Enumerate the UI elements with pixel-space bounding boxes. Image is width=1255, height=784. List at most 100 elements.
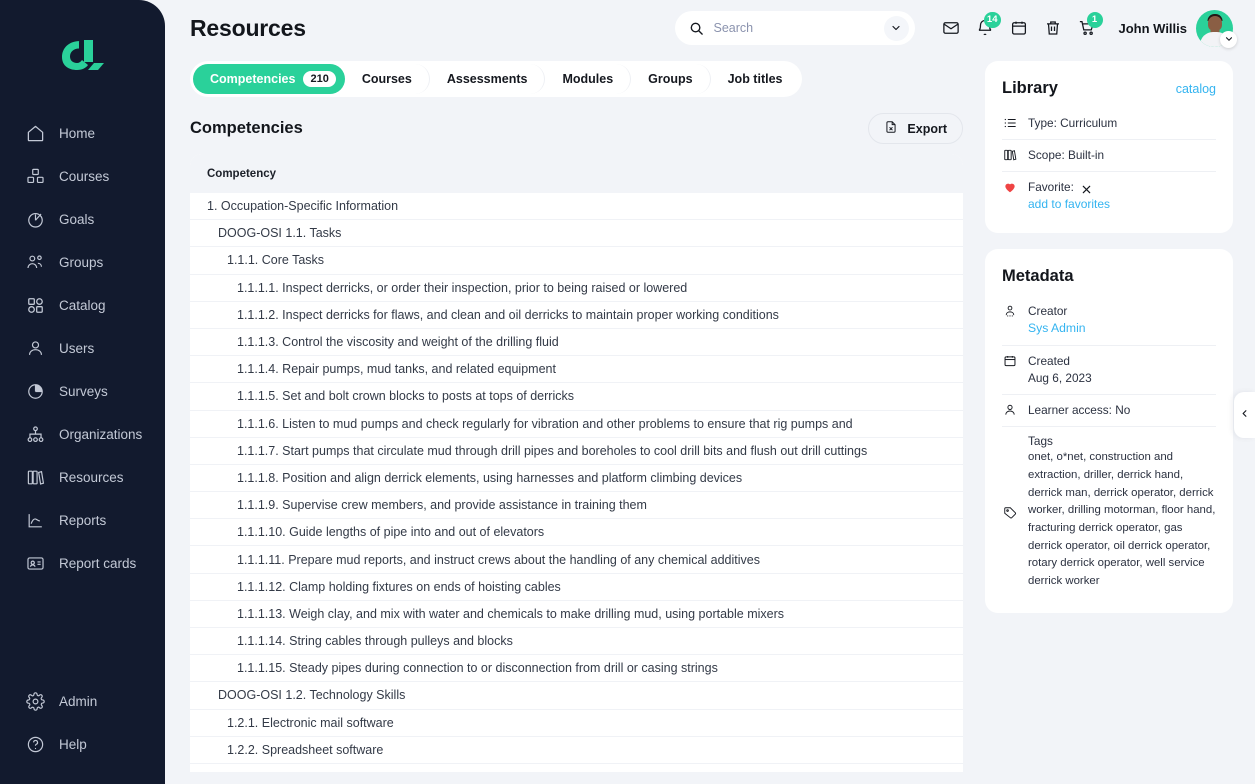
tab-groups[interactable]: Groups	[631, 64, 711, 94]
cl-logo-icon	[61, 40, 104, 70]
tab-label: Groups	[648, 72, 693, 86]
competency-label: DOOG-OSI 1.1. Tasks	[218, 226, 342, 241]
table-row[interactable]: 1.1.1.14. String cables through pulleys …	[190, 628, 963, 656]
table-row[interactable]: 1.1.1.4. Repair pumps, mud tanks, and re…	[190, 356, 963, 384]
chevron-left-icon	[1239, 406, 1250, 424]
help-icon	[26, 735, 45, 754]
competency-label: 1.1.1.11. Prepare mud reports, and instr…	[237, 552, 760, 567]
table-row[interactable]: 1.1.1.13. Weigh clay, and mix with water…	[190, 601, 963, 628]
left-column: Competencies 210 Courses Assessments Mod…	[190, 56, 963, 784]
table-row[interactable]: 1.1.1.7. Start pumps that circulate mud …	[190, 438, 963, 465]
sidebar-item-surveys[interactable]: Surveys	[0, 370, 165, 413]
sidebar-item-label: Report cards	[59, 556, 137, 571]
table-row[interactable]: 1.2.1. Electronic mail software	[190, 710, 963, 737]
creator-value-link[interactable]: Sys Admin	[1028, 320, 1216, 338]
sidebar-item-report-cards[interactable]: Report cards	[0, 542, 165, 585]
cart-badge: 1	[1086, 12, 1103, 28]
library-card-header: Library catalog	[1002, 79, 1216, 98]
table-row[interactable]: 1.1.1.6. Listen to mud pumps and check r…	[190, 411, 963, 438]
table-row[interactable]: 1.1.1.5. Set and bolt crown blocks to po…	[190, 383, 963, 411]
library-scope: Scope: Built-in	[1028, 148, 1105, 163]
avatar[interactable]	[1196, 9, 1237, 48]
created-value: Aug 6, 2023	[1028, 371, 1092, 386]
sidebar-item-users[interactable]: Users	[0, 327, 165, 370]
table-row[interactable]: 1.1.1.10. Guide lengths of pipe into and…	[190, 519, 963, 547]
page-title: Resources	[190, 14, 306, 41]
table-row[interactable]: 1. Occupation-Specific Information	[190, 193, 963, 221]
competency-label: 1.2.1. Electronic mail software	[227, 715, 394, 730]
sidebar-item-organizations[interactable]: Organizations	[0, 413, 165, 456]
calendar-icon[interactable]	[1003, 12, 1035, 44]
metadata-tags-body: Tags onet, o*net, construction and extra…	[1028, 434, 1216, 590]
competency-label: 1.1.1.12. Clamp holding fixtures on ends…	[237, 579, 561, 594]
tags-value: onet, o*net, construction and extraction…	[1028, 451, 1216, 588]
reports-icon	[26, 511, 45, 530]
table-row[interactable]: 1.1.1.15. Steady pipes during connection…	[190, 655, 963, 683]
table-row[interactable]: 1.1.1.9. Supervise crew members, and pro…	[190, 492, 963, 520]
table-row[interactable]: 1.1.1.8. Position and align derrick elem…	[190, 465, 963, 493]
table-row[interactable]: 1.1.1.2. Inspect derricks for flaws, and…	[190, 302, 963, 329]
sidebar-item-resources[interactable]: Resources	[0, 456, 165, 499]
sidebar-item-admin[interactable]: Admin	[0, 680, 165, 723]
sidebar-item-label: Admin	[59, 694, 98, 709]
close-icon	[1081, 182, 1092, 194]
collapse-panel-button[interactable]	[1234, 392, 1255, 438]
sidebar-item-groups[interactable]: Groups	[0, 241, 165, 284]
metadata-created-body: Created Aug 6, 2023	[1028, 353, 1216, 387]
table-row[interactable]: 1.1.1.12. Clamp holding fixtures on ends…	[190, 574, 963, 601]
catalog-link[interactable]: catalog	[1176, 82, 1216, 96]
sidebar: Home Courses Goals Groups Catalog Users …	[0, 0, 165, 784]
sidebar-item-reports[interactable]: Reports	[0, 499, 165, 542]
table-row[interactable]: 1.1.1.3. Control the viscosity and weigh…	[190, 329, 963, 357]
tab-modules[interactable]: Modules	[545, 64, 632, 94]
learner-access: Learner access: No	[1028, 403, 1131, 418]
section-title: Competencies	[190, 119, 303, 137]
search-input[interactable]	[713, 21, 884, 35]
tab-job-titles[interactable]: Job titles	[711, 64, 800, 94]
table-row[interactable]: 1.1.1.1. Inspect derricks, or order thei…	[190, 275, 963, 302]
table-row[interactable]: 1.2.2. Spreadsheet software	[190, 737, 963, 764]
cart-icon[interactable]: 1	[1071, 12, 1103, 44]
table-row[interactable]: DOOG-OSI 1.2. Technology Skills	[190, 682, 963, 710]
section-header: Competencies Export	[190, 113, 963, 144]
search-box[interactable]	[674, 11, 915, 45]
bell-icon[interactable]: 14	[969, 12, 1001, 44]
metadata-card: Metadata Creator Sys Admin Created Aug 6…	[985, 249, 1233, 613]
user-menu-chevron-down-icon[interactable]	[1220, 30, 1237, 48]
search-dropdown-chevron-down-icon[interactable]	[883, 15, 909, 41]
sidebar-item-label: Catalog	[59, 298, 106, 313]
tab-assessments[interactable]: Assessments	[430, 64, 546, 94]
sidebar-item-catalog[interactable]: Catalog	[0, 284, 165, 327]
list-icon	[1002, 115, 1017, 130]
table-row[interactable]: 1.1.1. Core Tasks	[190, 247, 963, 275]
right-column: Library catalog Type: Curriculum Scope: …	[985, 56, 1233, 784]
bell-badge: 14	[983, 12, 1001, 28]
library-scope-row: Scope: Built-in	[1002, 140, 1216, 173]
sidebar-item-help[interactable]: Help	[0, 723, 165, 766]
sidebar-item-goals[interactable]: Goals	[0, 198, 165, 241]
table-row[interactable]: DOOG-OSI 1.1. Tasks	[190, 220, 963, 248]
metadata-title: Metadata	[1002, 267, 1074, 286]
trash-icon[interactable]	[1037, 12, 1069, 44]
metadata-learner-access-row: Learner access: No	[1002, 395, 1216, 428]
tab-competencies[interactable]: Competencies 210	[193, 64, 345, 94]
sidebar-item-label: Goals	[59, 212, 95, 227]
competency-label: 1.1.1.14. String cables through pulleys …	[237, 634, 513, 649]
topbar-actions: 14 1 John Willis	[674, 9, 1237, 48]
sidebar-item-label: Surveys	[59, 384, 108, 399]
sidebar-item-label: Groups	[59, 255, 104, 270]
mail-icon[interactable]	[935, 12, 967, 44]
competency-label: 1.1.1.6. Listen to mud pumps and check r…	[237, 416, 853, 431]
table-row[interactable]: 1.1.1.11. Prepare mud reports, and instr…	[190, 546, 963, 574]
add-to-favorites-link[interactable]: add to favorites	[1028, 197, 1216, 211]
competency-label: 1. Occupation-Specific Information	[207, 199, 399, 214]
competency-label: 1.1.1.3. Control the viscosity and weigh…	[237, 335, 559, 350]
gear-icon	[26, 692, 45, 711]
users-icon	[26, 339, 45, 358]
app-logo[interactable]	[0, 24, 165, 86]
sidebar-item-courses[interactable]: Courses	[0, 155, 165, 198]
tab-courses[interactable]: Courses	[345, 64, 430, 94]
export-button[interactable]: Export	[868, 113, 963, 144]
sidebar-nav: Home Courses Goals Groups Catalog Users …	[0, 112, 165, 585]
sidebar-item-home[interactable]: Home	[0, 112, 165, 155]
